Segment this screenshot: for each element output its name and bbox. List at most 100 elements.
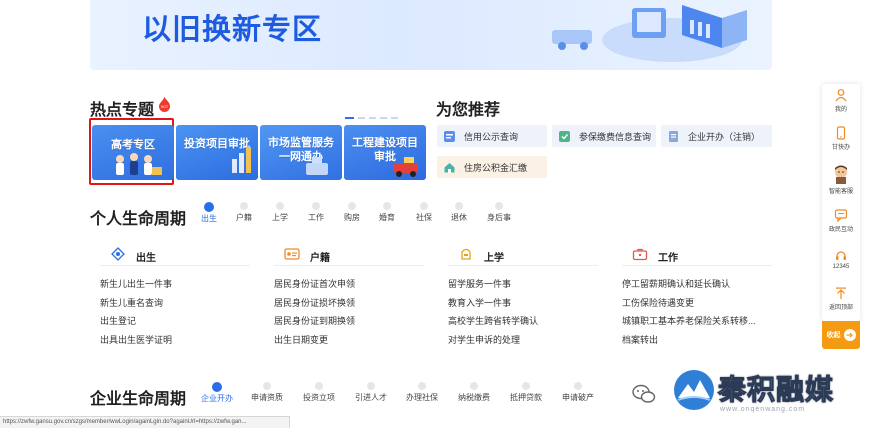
column-header: 上学 (448, 246, 598, 266)
robot-avatar-icon (835, 165, 847, 184)
service-link[interactable]: 出具出生医学证明 (100, 331, 250, 350)
column-birth: 出生 新生儿出生一件事 新生儿重名查询 出生登记 出具出生医学证明 (100, 246, 250, 349)
carousel-dot[interactable] (345, 117, 354, 119)
tab-marriage[interactable]: 婚育 (372, 202, 402, 223)
float-my[interactable]: 我的 (822, 88, 860, 113)
service-link[interactable]: 教育入学一件事 (448, 294, 598, 313)
topic-card-construction[interactable]: 工程建设项目审批 (344, 125, 426, 180)
tab-dot-icon (383, 202, 391, 210)
carousel-dot[interactable] (358, 117, 365, 119)
tab-dot-icon (276, 202, 284, 210)
tab-dot-icon (240, 202, 248, 210)
column-title: 上学 (484, 253, 504, 264)
tab-house-purchase[interactable]: 购房 (337, 202, 367, 223)
tab-bankruptcy[interactable]: 申请破产 (561, 382, 595, 403)
tab-school[interactable]: 上学 (265, 202, 295, 223)
tab-talent[interactable]: 引进人才 (354, 382, 388, 403)
tab-dot-icon (263, 382, 271, 390)
tab-retirement[interactable]: 退休 (444, 202, 474, 223)
topic-card-gaokao[interactable]: 高考专区 (92, 125, 174, 180)
service-link[interactable]: 工伤保险待遇变更 (622, 294, 772, 313)
tab-mortgage-loan[interactable]: 抵押贷款 (509, 382, 543, 403)
float-back-to-top[interactable]: 返回顶部 (822, 286, 860, 311)
svg-text:HOT: HOT (161, 105, 168, 109)
recommend-label: 企业开办（注销） (688, 131, 761, 142)
media-watermark: 秦积融媒 www.onqenwang.com (632, 366, 870, 428)
carousel-dot[interactable] (369, 117, 376, 119)
service-link[interactable]: 高校学生跨省转学确认 (448, 312, 598, 331)
tab-dot-icon (522, 382, 530, 390)
recommend-enterprise-open[interactable]: 企业开办（注销） (661, 125, 772, 147)
tab-household[interactable]: 户籍 (229, 202, 259, 223)
recommend-insurance-query[interactable]: 参保缴费信息查询 (552, 125, 656, 147)
float-smart-service[interactable]: 智能客服 (822, 164, 860, 195)
hot-flame-icon: HOT (159, 97, 170, 112)
tab-social-security[interactable]: 社保 (409, 202, 439, 223)
insurance-icon (559, 130, 570, 142)
column-header: 户籍 (274, 246, 424, 266)
column-title: 工作 (658, 253, 678, 264)
phone-icon (836, 126, 846, 140)
document-icon (669, 130, 678, 142)
service-link[interactable]: 档案转出 (622, 331, 772, 350)
tab-qualification[interactable]: 申请资质 (250, 382, 284, 403)
float-interaction[interactable]: 政民互动 (822, 208, 860, 233)
tab-dot-icon (212, 382, 222, 392)
column-work: 工作 停工留薪期确认和延长确认 工伤保险待遇变更 城镇职工基本养老保险关系转移.… (622, 246, 772, 349)
service-link[interactable]: 居民身份证首次申领 (274, 275, 424, 294)
service-link[interactable]: 出生登记 (100, 312, 250, 331)
tab-dot-icon (367, 382, 375, 390)
topic-card-market-supervision[interactable]: 市场监管服务一网通办 (260, 125, 342, 180)
hotline-icon (836, 251, 846, 260)
tab-work[interactable]: 工作 (301, 202, 331, 223)
tab-dot-icon (420, 202, 428, 210)
recommend-label: 住房公积金汇缴 (464, 162, 528, 173)
floating-service-bar: 我的 甘快办 智能客服 政民互动 12345 返回顶部 (822, 84, 860, 321)
user-icon (835, 89, 847, 102)
collapse-label: 收起 (826, 332, 841, 339)
tab-tax[interactable]: 纳税缴费 (457, 382, 491, 403)
tab-dot-icon (470, 382, 478, 390)
service-link[interactable]: 新生儿重名查询 (100, 294, 250, 313)
recommend-heading: 为您推荐 (436, 100, 501, 119)
column-school: 上学 留学服务一件事 教育入学一件事 高校学生跨省转学确认 对学生申诉的处理 (448, 246, 598, 349)
service-link[interactable]: 居民身份证到期换领 (274, 312, 424, 331)
house-icon (444, 162, 455, 172)
recommend-credit-query[interactable]: 信用公示查询 (437, 125, 547, 147)
float-hotline[interactable]: 12345 (822, 248, 860, 270)
service-link[interactable]: 停工留薪期确认和延长确认 (622, 275, 772, 294)
service-link[interactable]: 城镇职工基本养老保险关系转移... (622, 312, 772, 331)
credit-icon (444, 130, 455, 142)
carousel-indicator[interactable] (345, 117, 398, 119)
topic-card-investment[interactable]: 投资项目审批 (176, 125, 258, 180)
tab-social-insurance[interactable]: 办理社保 (405, 382, 439, 403)
column-header: 工作 (622, 246, 772, 266)
tab-birth[interactable]: 出生 (194, 202, 224, 224)
students-illustration (116, 153, 162, 175)
arrow-up-icon (836, 287, 846, 299)
tab-enterprise-open[interactable]: 企业开办 (200, 382, 234, 404)
carousel-dot[interactable] (380, 117, 387, 119)
browser-status-url: https://zwfw.gansu.gov.cn/szgs/member/ww… (0, 416, 290, 428)
service-link[interactable]: 居民身份证损坏换领 (274, 294, 424, 313)
chart-illustration (232, 147, 251, 173)
service-link[interactable]: 新生儿出生一件事 (100, 275, 250, 294)
service-link[interactable]: 出生日期变更 (274, 331, 424, 350)
collapse-button[interactable]: 收起 ➜ (822, 321, 860, 349)
building-illustration (306, 157, 328, 175)
chat-icon (834, 209, 848, 222)
enterprise-lifecycle-heading: 企业生命周期 (90, 389, 187, 408)
column-title: 出生 (136, 253, 156, 264)
tab-investment-project[interactable]: 投资立项 (302, 382, 336, 403)
banner-illustration (552, 5, 747, 62)
recommend-housing-fund[interactable]: 住房公积金汇缴 (437, 156, 547, 178)
tab-dot-icon (495, 202, 503, 210)
banner-trade-in[interactable]: 以旧换新专区 (90, 0, 772, 70)
carousel-dot[interactable] (391, 117, 398, 119)
tab-afterlife[interactable]: 身后事 (484, 202, 514, 223)
column-title: 户籍 (310, 253, 330, 264)
school-bag-icon (461, 248, 471, 260)
service-link[interactable]: 对学生申诉的处理 (448, 331, 598, 350)
service-link[interactable]: 留学服务一件事 (448, 275, 598, 294)
float-gankuaiban[interactable]: 甘快办 (822, 126, 860, 151)
